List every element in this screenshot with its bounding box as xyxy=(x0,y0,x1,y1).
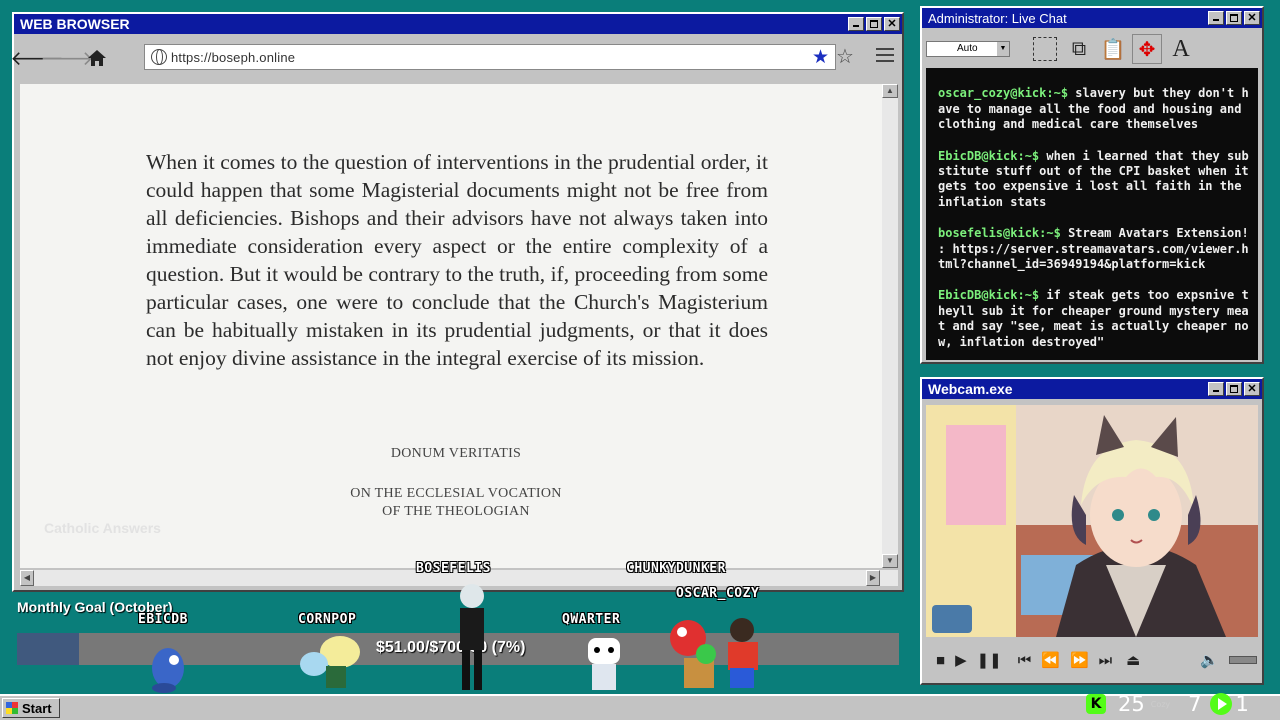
select-icon[interactable] xyxy=(1030,34,1060,64)
scroll-down-icon[interactable]: ▼ xyxy=(882,554,898,568)
webcam-video xyxy=(926,405,1258,637)
webcam-window: Webcam.exe ■ ▶ ❚ xyxy=(920,377,1264,685)
font-select-value: Auto xyxy=(957,43,978,54)
volume-slider[interactable] xyxy=(1229,656,1258,664)
chevron-down-icon: ▼ xyxy=(997,42,1009,56)
follower-count: 25 xyxy=(1118,692,1145,716)
citation-subtitle-1: ON THE ECCLESIAL VOCATION xyxy=(350,486,562,501)
avatar-name-ebicdb: EBICDB xyxy=(138,612,188,627)
quote-text: When it comes to the question of interve… xyxy=(146,150,768,370)
chat-username: EbicDB@kick:~$ xyxy=(938,288,1040,303)
maximize-button[interactable] xyxy=(1226,382,1242,396)
webcam-title: Webcam.exe xyxy=(928,381,1013,397)
browser-window: WEB BROWSER 🡐 🡒 https://boseph.online ★ … xyxy=(10,12,904,592)
menu-icon[interactable] xyxy=(876,48,894,62)
minimize-button[interactable] xyxy=(1208,382,1224,396)
chat-username: EbicDB@kick:~$ xyxy=(938,148,1040,163)
avatar-name-oscar-cozy: OSCAR_COZY xyxy=(676,586,760,601)
scroll-left-icon[interactable]: ◀ xyxy=(20,570,34,586)
globe-icon xyxy=(151,49,167,65)
page-content: When it comes to the question of interve… xyxy=(20,84,882,568)
kick-logo-icon: K xyxy=(1086,694,1106,714)
chat-message: EbicDB@kick:~$ when i learned that they … xyxy=(938,149,1252,211)
paste-icon[interactable]: 📋 xyxy=(1098,34,1128,64)
fast-forward-icon[interactable]: ⏩ xyxy=(1070,651,1089,669)
avatar-name-qwarter: QWARTER xyxy=(562,612,621,627)
chat-message: EbicDB@kick:~$ if steak gets too expsniv… xyxy=(938,288,1252,350)
chat-window: Administrator: Live Chat Auto ▼ ⧉ 📋 ✥ A o… xyxy=(920,6,1264,364)
avatar-name-cornpop: CORNPOP xyxy=(298,612,357,627)
system-tray: K 25 Cozy 7 1 xyxy=(1086,692,1249,716)
cozy-label: Cozy xyxy=(1150,699,1171,709)
stop-icon[interactable]: ■ xyxy=(936,652,945,669)
rewind-icon[interactable]: ⏪ xyxy=(1041,651,1060,669)
skip-back-icon[interactable]: ⏮ xyxy=(1018,652,1032,669)
maximize-button[interactable] xyxy=(1226,11,1242,25)
chat-title: Administrator: Live Chat xyxy=(928,10,1067,26)
url-text: https://boseph.online xyxy=(171,49,296,65)
forward-arrow-icon[interactable]: 🡒 xyxy=(40,45,94,71)
windows-logo-icon xyxy=(6,702,18,714)
browser-titlebar[interactable]: WEB BROWSER xyxy=(14,14,902,34)
pause-icon[interactable]: ❚❚ xyxy=(977,651,1002,669)
home-icon[interactable] xyxy=(84,45,110,71)
chat-message: oscar_cozy@kick:~$ slavery but they don'… xyxy=(938,86,1252,132)
chat-username: oscar_cozy@kick:~$ xyxy=(938,86,1069,101)
citation-subtitle-2: OF THE THEOLOGIAN xyxy=(382,504,530,519)
browser-title: WEB BROWSER xyxy=(20,16,130,32)
scroll-up-icon[interactable]: ▲ xyxy=(882,84,898,98)
avatar-sprite-chunkydunker xyxy=(670,618,758,688)
media-controls: ■ ▶ ❚❚ ⏮ ⏪ ⏩ ⏭ ⏏ 🔈 xyxy=(926,645,1258,675)
start-label: Start xyxy=(22,700,52,716)
skip-forward-icon[interactable]: ⏭ xyxy=(1099,652,1113,669)
close-button[interactable] xyxy=(1244,11,1260,25)
volume-icon[interactable]: 🔈 xyxy=(1200,651,1219,669)
start-button[interactable]: Start xyxy=(2,698,60,718)
maximize-button[interactable] xyxy=(866,17,882,31)
chat-message: bosefelis@kick:~$ Stream Avatars Extensi… xyxy=(938,226,1252,272)
vertical-scrollbar[interactable]: ▲ ▼ xyxy=(882,84,898,568)
avatar-name-chunkydunker: CHUNKYDUNKER xyxy=(626,561,726,576)
avatar-sprite-bosefelis xyxy=(460,584,484,690)
avatar-sprite-cornpop xyxy=(300,636,360,688)
avatar-sprite-qwarter xyxy=(588,638,620,690)
play-icon[interactable]: ▶ xyxy=(955,651,967,669)
address-bar[interactable]: https://boseph.online ★ xyxy=(144,44,836,70)
goal-progress-fill xyxy=(17,633,79,665)
favorites-star-icon[interactable]: ☆ xyxy=(836,44,854,69)
font-select[interactable]: Auto ▼ xyxy=(926,41,1010,57)
avatar-sprite-ebicdb xyxy=(152,648,184,693)
close-button[interactable] xyxy=(1244,382,1260,396)
text-icon[interactable]: A xyxy=(1166,34,1196,64)
webcam-titlebar[interactable]: Webcam.exe xyxy=(922,379,1262,399)
chat-titlebar[interactable]: Administrator: Live Chat xyxy=(922,8,1262,28)
chat-username: bosefelis@kick:~$ xyxy=(938,226,1061,241)
chat-log[interactable]: oscar_cozy@kick:~$ slavery but they don'… xyxy=(926,68,1258,360)
avatar-name-bosefelis: BOSEFELIS xyxy=(416,561,491,576)
close-button[interactable] xyxy=(884,17,900,31)
citation-title: DONUM VERITATIS xyxy=(390,446,522,461)
scroll-right-icon[interactable]: ▶ xyxy=(866,570,880,586)
copy-icon[interactable]: ⧉ xyxy=(1064,34,1094,64)
watermark-logo: Catholic Answers xyxy=(44,520,161,536)
bookmark-star-icon[interactable]: ★ xyxy=(812,46,829,69)
move-icon[interactable]: ✥ xyxy=(1132,34,1162,64)
live-play-icon xyxy=(1209,693,1232,715)
live-count: 1 xyxy=(1235,692,1249,716)
minimize-button[interactable] xyxy=(1208,11,1224,25)
browser-toolbar: 🡐 🡒 https://boseph.online ★ ☆ xyxy=(10,38,896,78)
chat-toolbar: Auto ▼ ⧉ 📋 ✥ A xyxy=(926,32,1260,66)
minimize-button[interactable] xyxy=(848,17,864,31)
eject-icon[interactable]: ⏏ xyxy=(1126,651,1140,669)
viewer-count: 7 xyxy=(1188,692,1202,716)
